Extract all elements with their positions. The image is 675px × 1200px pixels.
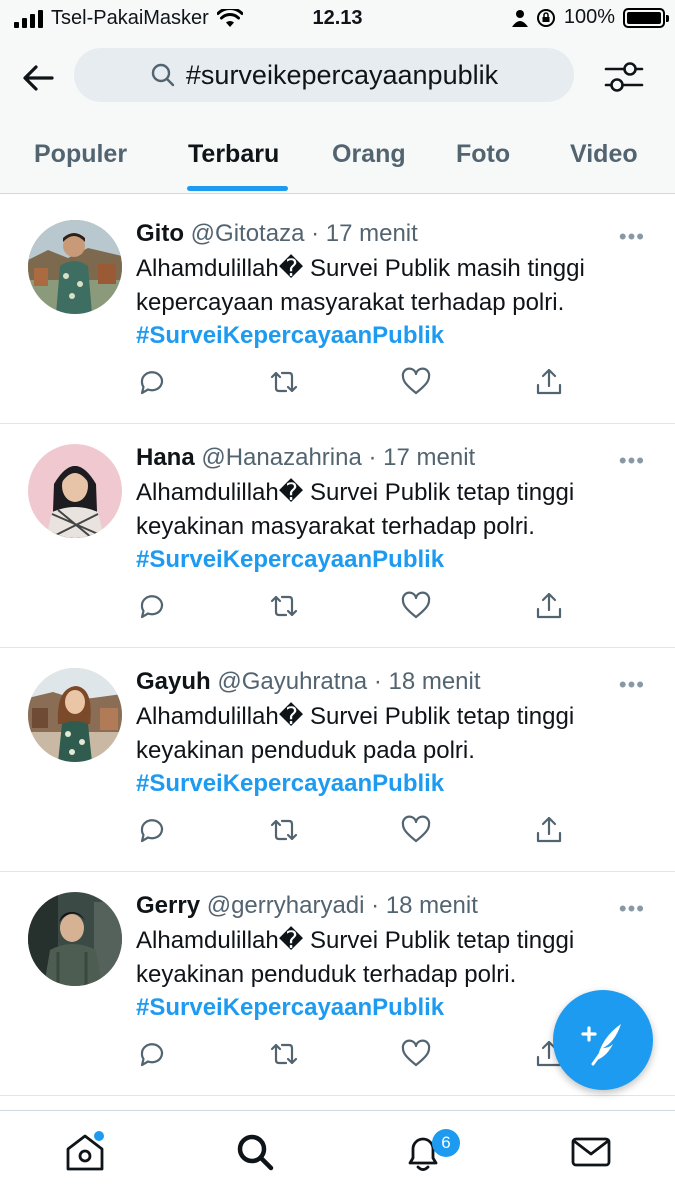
tweet-text: Alhamdulillah� Survei Publik masih tingg… [136, 255, 585, 316]
tweet-time: · 18 menit [371, 892, 478, 919]
like-icon[interactable] [400, 1038, 432, 1070]
filter-settings-icon[interactable] [600, 56, 648, 98]
tab-terbaru[interactable]: Terbaru [188, 140, 279, 169]
avatar[interactable] [28, 668, 122, 762]
reply-icon[interactable] [136, 814, 168, 846]
share-icon[interactable] [533, 366, 565, 398]
hashtag-link[interactable]: #SurveiKepercayaanPublik [136, 322, 444, 350]
hashtag-link[interactable]: #SurveiKepercayaanPublik [136, 994, 444, 1022]
avatar[interactable] [28, 444, 122, 538]
tweet-feed: Gito @Gitotaza · 17 menit ••• Alhamdulil… [0, 200, 675, 1096]
tweet-text: Alhamdulillah� Survei Publik tetap tingg… [136, 927, 575, 988]
more-options-icon[interactable]: ••• [619, 448, 645, 474]
more-options-icon[interactable]: ••• [619, 224, 645, 250]
rotation-lock-icon [536, 8, 555, 27]
back-arrow-icon[interactable] [18, 58, 58, 98]
search-input[interactable]: #surveikepercayaanpublik [74, 48, 574, 102]
tab-populer[interactable]: Populer [34, 140, 127, 169]
hashtag-link[interactable]: #SurveiKepercayaanPublik [136, 770, 444, 798]
retweet-icon[interactable] [268, 814, 300, 846]
retweet-icon[interactable] [268, 366, 300, 398]
retweet-icon[interactable] [268, 1038, 300, 1070]
tweet-actions [136, 590, 576, 626]
search-icon [151, 63, 175, 87]
reply-icon[interactable] [136, 590, 168, 622]
home-new-indicator [94, 1131, 104, 1141]
avatar[interactable] [28, 220, 122, 314]
status-right: 100% [511, 6, 669, 29]
like-icon[interactable] [400, 590, 432, 622]
author-handle[interactable]: @Gayuhratna [217, 668, 367, 695]
like-icon[interactable] [400, 814, 432, 846]
avatar[interactable] [28, 892, 122, 986]
tweet-actions [136, 1038, 576, 1074]
tweet-item[interactable]: Gayuh @Gayuhratna · 18 menit ••• Alhamdu… [0, 648, 675, 872]
search-tabs: Populer Terbaru Orang Foto Video [0, 134, 675, 194]
tweet-header: Hana @Hanazahrina · 17 menit [136, 444, 475, 472]
hashtag-link[interactable]: #SurveiKepercayaanPublik [136, 546, 444, 574]
tweet-time: · 17 menit [311, 220, 418, 247]
share-icon[interactable] [533, 814, 565, 846]
author-handle[interactable]: @Gitotaza [191, 220, 305, 247]
author-name[interactable]: Gerry [136, 892, 200, 919]
person-icon [511, 9, 528, 27]
tweet-time: · 18 menit [373, 668, 481, 695]
author-name[interactable]: Gayuh [136, 668, 211, 695]
search-query: #surveikepercayaanpublik [185, 59, 499, 90]
tweet-text: Alhamdulillah� Survei Publik tetap tingg… [136, 479, 575, 540]
battery-percent: 100% [563, 6, 615, 28]
tweet-header: Gayuh @Gayuhratna · 18 menit [136, 668, 481, 696]
author-name[interactable]: Gito [136, 220, 184, 247]
compose-feather-icon [581, 1024, 621, 1066]
tab-foto[interactable]: Foto [456, 140, 510, 169]
reply-icon[interactable] [136, 366, 168, 398]
more-options-icon[interactable]: ••• [619, 896, 645, 922]
tweet-item[interactable]: Gito @Gitotaza · 17 menit ••• Alhamdulil… [0, 200, 675, 424]
tab-video[interactable]: Video [570, 140, 638, 169]
tweet-header: Gerry @gerryharyadi · 18 menit [136, 892, 478, 920]
like-icon[interactable] [400, 366, 432, 398]
tweet-text: Alhamdulillah� Survei Publik tetap tingg… [136, 703, 575, 764]
tweet-item[interactable]: Hana @Hanazahrina · 17 menit ••• Alhamdu… [0, 424, 675, 648]
reply-icon[interactable] [136, 1038, 168, 1070]
author-handle[interactable]: @Hanazahrina [201, 444, 361, 471]
tweet-header: Gito @Gitotaza · 17 menit [136, 220, 418, 248]
status-bar: Tsel-PakaiMasker 12.13 100% [0, 0, 675, 38]
author-handle[interactable]: @gerryharyadi [207, 892, 365, 919]
search-tab-icon[interactable] [232, 1129, 278, 1175]
messages-mail-icon[interactable] [568, 1129, 614, 1175]
compose-tweet-button[interactable] [553, 990, 653, 1090]
tweet-time: · 17 menit [368, 444, 476, 471]
battery-icon [623, 7, 669, 28]
author-name[interactable]: Hana [136, 444, 195, 471]
retweet-icon[interactable] [268, 590, 300, 622]
search-header: #surveikepercayaanpublik Populer Terbaru… [0, 38, 675, 194]
active-tab-indicator [187, 186, 288, 191]
tweet-actions [136, 366, 576, 402]
more-options-icon[interactable]: ••• [619, 672, 645, 698]
notification-badge: 6 [432, 1129, 460, 1157]
tweet-actions [136, 814, 576, 850]
tab-orang[interactable]: Orang [332, 140, 406, 169]
bottom-navigation: 6 [0, 1110, 675, 1200]
share-icon[interactable] [533, 590, 565, 622]
